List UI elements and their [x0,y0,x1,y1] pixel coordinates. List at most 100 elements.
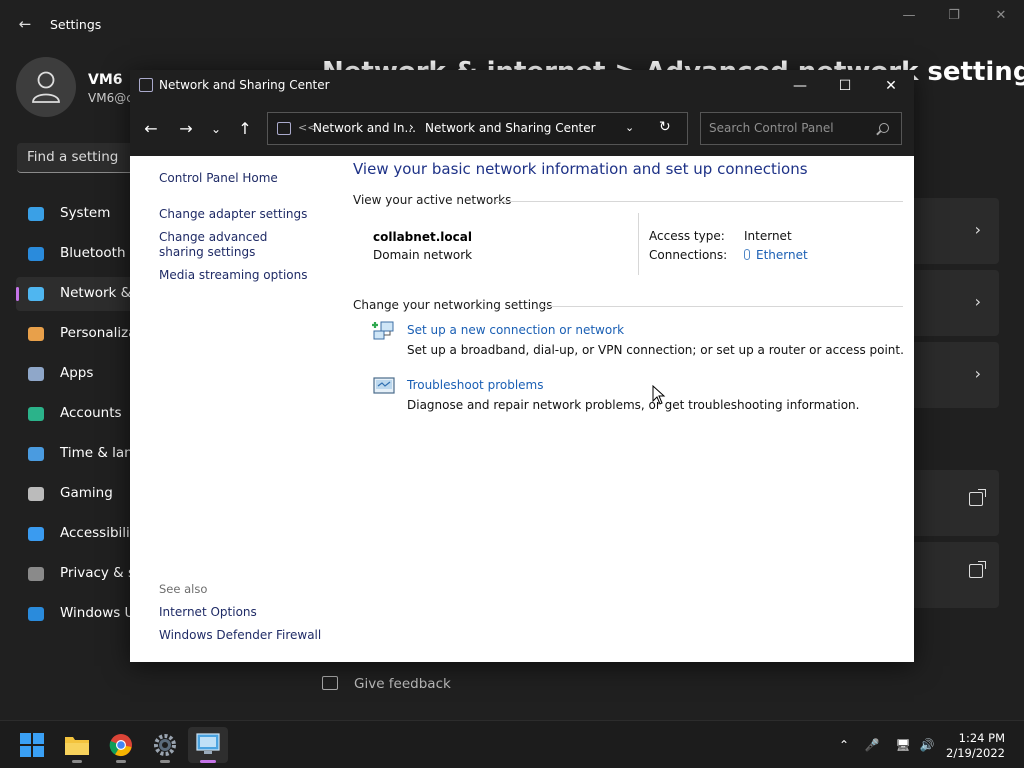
apps-icon [28,367,44,381]
active-networks-heading: View your active networks [353,193,512,207]
content-area: Control Panel Home Change adapter settin… [130,156,914,662]
setup-connection-description: Set up a broadband, dial-up, or VPN conn… [407,343,904,357]
change-advanced-sharing-link[interactable]: Change advanced sharing settings [159,230,309,260]
ethernet-connection-link[interactable]: Ethernet [744,248,808,262]
date: 2/19/2022 [946,746,1005,760]
refresh-icon[interactable]: ↻ [659,119,671,135]
settings-app-button[interactable] [145,727,185,763]
control-panel-home-link[interactable]: Control Panel Home [159,171,278,185]
title-bar[interactable]: Network and Sharing Center — ☐ ✕ [130,70,914,102]
access-type-label: Access type: [649,229,725,243]
troubleshoot-description: Diagnose and repair network problems, or… [407,398,860,412]
avatar[interactable] [16,57,76,117]
forward-button[interactable]: → [174,117,198,141]
restore-icon[interactable]: ❐ [944,8,964,26]
chevron-up-icon[interactable]: ⌃ [836,737,852,753]
up-button[interactable]: ↑ [233,117,257,141]
wifi-icon [28,287,44,301]
running-indicator [116,760,126,763]
back-arrow-icon[interactable]: ← [14,14,36,34]
connections-label: Connections: [649,248,728,262]
ethernet-label: Ethernet [756,248,808,262]
give-feedback-link[interactable]: Give feedback [322,676,451,692]
troubleshoot-icon [373,377,395,394]
settings-card[interactable]: › [905,198,999,264]
see-also-label: See also [159,582,208,596]
windows-defender-firewall-link[interactable]: Windows Defender Firewall [159,628,321,642]
control-panel-taskbar-button[interactable] [188,727,228,763]
sidebar-item-label: Apps [60,365,94,381]
address-dropdown-icon[interactable]: ⌄ [625,121,634,134]
breadcrumb-chevron-icon[interactable]: › [409,120,414,134]
person-icon [28,407,44,421]
sidebar-item-label: System [60,205,111,221]
page-title: View your basic network information and … [353,160,808,178]
breadcrumb-network-internet[interactable]: Network and In... [313,121,416,135]
minimize-button[interactable]: — [777,70,823,102]
settings-card[interactable] [905,542,999,608]
volume-icon[interactable]: 🔊 [919,737,935,753]
shield-icon [28,567,44,581]
settings-title: Settings [50,17,102,32]
user-name: VM6 [88,72,123,88]
accessibility-icon [28,527,44,541]
sidebar-item-label: Accounts [60,405,122,421]
chrome-button[interactable] [101,727,141,763]
new-connection-icon [372,321,394,340]
chevron-right-icon: › [974,220,981,239]
change-adapter-settings-link[interactable]: Change adapter settings [159,207,307,221]
media-streaming-options-link[interactable]: Media streaming options [159,268,307,282]
settings-card[interactable] [905,470,999,536]
settings-card[interactable]: › [905,342,999,408]
taskbar: ⌃ 🎤 🖥 🔊 1:24 PM 2/19/2022 [0,720,1024,768]
divider [638,213,639,275]
explorer-toolbar: ← → ⌄ ↑ << Network and In... › Network a… [130,102,914,156]
close-icon[interactable]: ✕ [991,8,1011,26]
troubleshoot-problems-link[interactable]: Troubleshoot problems [407,378,543,392]
network-icon[interactable]: 🖥 [895,737,911,753]
change-networking-heading: Change your networking settings [353,298,553,312]
recent-locations-button[interactable]: ⌄ [204,117,228,141]
gamepad-icon [28,487,44,501]
control-panel-icon [277,122,291,135]
control-panel-icon [139,78,153,92]
person-icon [32,71,60,103]
chevron-right-icon: › [974,364,981,383]
active-indicator [200,760,216,763]
ethernet-icon [744,249,750,260]
chevron-right-icon: › [974,292,981,311]
running-indicator [72,760,82,763]
internet-options-link[interactable]: Internet Options [159,605,257,619]
divider [540,306,903,307]
external-link-icon [969,489,986,506]
divider [495,201,903,202]
network-category: Domain network [373,248,473,262]
network-sharing-center-window: Network and Sharing Center — ☐ ✕ ← → ⌄ ↑… [130,70,914,662]
mouse-cursor-icon [652,385,666,405]
maximize-button[interactable]: ☐ [822,70,868,102]
close-button[interactable]: ✕ [868,70,914,102]
time: 1:24 PM [958,731,1005,745]
file-explorer-button[interactable] [57,727,97,763]
minimize-icon[interactable]: — [899,8,919,26]
sidebar-item-label: Gaming [60,485,113,501]
search-input[interactable] [709,121,869,135]
bluetooth-icon [28,247,44,261]
update-icon [28,607,44,621]
microphone-icon[interactable]: 🎤 [864,737,880,753]
breadcrumb-network-sharing-center[interactable]: Network and Sharing Center [425,121,596,135]
network-name: collabnet.local [373,230,472,244]
user-email: VM6@c [88,91,133,105]
gear-icon [154,734,176,756]
address-bar[interactable]: << Network and In... › Network and Shari… [267,112,688,145]
give-feedback-label: Give feedback [354,676,451,692]
control-panel-icon [196,733,220,754]
back-button[interactable]: ← [139,117,163,141]
setup-connection-link[interactable]: Set up a new connection or network [407,323,624,337]
start-button[interactable] [12,727,52,763]
clock[interactable]: 1:24 PM 2/19/2022 [946,731,1005,761]
settings-card[interactable]: › [905,270,999,336]
access-type-value: Internet [744,229,792,243]
search-control-panel[interactable] [700,112,902,145]
search-icon[interactable] [879,123,889,133]
